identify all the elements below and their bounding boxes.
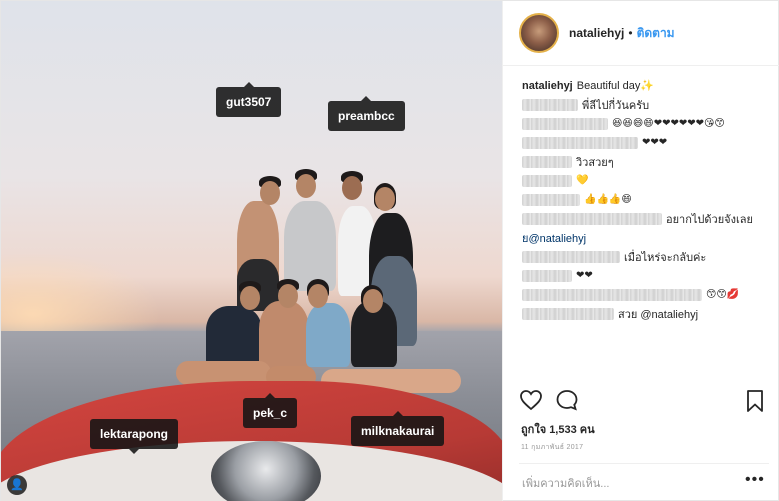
comment-text: พี่ลีไปกี่วันครับ xyxy=(582,99,650,112)
blurred-username xyxy=(522,288,702,301)
comment-text: สวย @nataliehyj xyxy=(618,308,699,321)
add-comment-input[interactable]: เพิ่มความคิดเห็น... xyxy=(522,474,609,492)
comment-emoji: 👍👍👍😄 xyxy=(584,194,632,205)
heart-icon[interactable] xyxy=(519,389,543,411)
post-header: nataliehyj • ติดตาม xyxy=(503,1,779,66)
blurred-username xyxy=(522,269,572,282)
photo-tag-preambcc[interactable]: preambcc xyxy=(328,96,405,131)
comment-text: เมื่อไหร่จะกลับค่ะ xyxy=(624,251,707,264)
comment-emoji: ❤❤ xyxy=(576,270,593,281)
comment-icon[interactable] xyxy=(555,389,579,411)
comment-emoji: 😆😆😄😄❤❤❤❤❤❤😘😙 xyxy=(612,118,725,129)
list-item: พี่ลีไปกี่วันครับ xyxy=(522,95,764,114)
post-photo[interactable]: gut3507 preambcc lektarapong pek_c milkn… xyxy=(1,1,502,501)
instagram-post: gut3507 preambcc lektarapong pek_c milkn… xyxy=(0,0,779,501)
list-item: อยากไปด้วยจังเลย xyxy=(522,209,764,228)
caption-username[interactable]: nataliehyj xyxy=(522,80,573,92)
photo-tag-lektarapong[interactable]: lektarapong xyxy=(90,419,179,454)
bookmark-icon[interactable] xyxy=(745,389,765,413)
list-item: ย@nataliehyj xyxy=(522,228,764,247)
blurred-username xyxy=(522,174,572,187)
header-username[interactable]: nataliehyj xyxy=(569,26,624,40)
list-item: 😆😆😄😄❤❤❤❤❤❤😘😙 xyxy=(522,114,764,133)
caption-text: Beautiful day✨ xyxy=(576,80,655,92)
sun-glow xyxy=(1,251,161,341)
comment-list: nataliehyj Beautiful day✨ พี่ลีไปกี่วันค… xyxy=(503,66,779,323)
divider xyxy=(519,463,769,464)
list-item: เมื่อไหร่จะกลับค่ะ xyxy=(522,247,764,266)
comment-emoji: 💛 xyxy=(576,175,589,186)
blurred-username xyxy=(522,212,662,225)
blurred-username xyxy=(522,250,620,263)
comment-emoji: 😙😙💋 xyxy=(706,289,740,300)
blurred-username xyxy=(522,117,608,130)
comment-text: อยากไปด้วยจังเลย xyxy=(666,213,753,226)
list-item: 💛 xyxy=(522,171,764,190)
more-options-button[interactable]: ••• xyxy=(745,471,765,489)
list-item: 👍👍👍😄 xyxy=(522,190,764,209)
comment-emoji: ❤❤❤ xyxy=(642,137,668,148)
list-item: 😙😙💋 xyxy=(522,285,764,304)
blurred-username xyxy=(522,98,578,111)
post-date[interactable]: 11 กุมภาพันธ์ 2017 xyxy=(521,442,583,453)
blurred-username xyxy=(522,155,572,168)
blurred-username xyxy=(522,193,580,206)
user-icon[interactable]: 👤 xyxy=(7,475,27,495)
comment-text: วิวสวยๆ xyxy=(576,156,614,169)
photo-tag-gut3507[interactable]: gut3507 xyxy=(216,82,282,117)
action-bar xyxy=(519,389,579,411)
photo-tag-milknakaurai[interactable]: milknakaurai xyxy=(351,411,445,446)
blurred-username xyxy=(522,136,638,149)
list-item: ❤❤ xyxy=(522,266,764,285)
blurred-username xyxy=(522,307,614,320)
comment-mention[interactable]: ย@nataliehyj xyxy=(522,229,586,247)
photo-tag-pek-c[interactable]: pek_c xyxy=(243,393,298,428)
separator-dot: • xyxy=(628,26,633,40)
avatar[interactable] xyxy=(519,13,559,53)
list-item: วิวสวยๆ xyxy=(522,152,764,171)
likes-count[interactable]: ถูกใจ 1,533 คน xyxy=(521,420,595,438)
caption: nataliehyj Beautiful day✨ xyxy=(522,76,764,95)
list-item: สวย @nataliehyj xyxy=(522,304,764,323)
follow-button[interactable]: ติดตาม xyxy=(637,24,675,43)
list-item: ❤❤❤ xyxy=(522,133,764,152)
